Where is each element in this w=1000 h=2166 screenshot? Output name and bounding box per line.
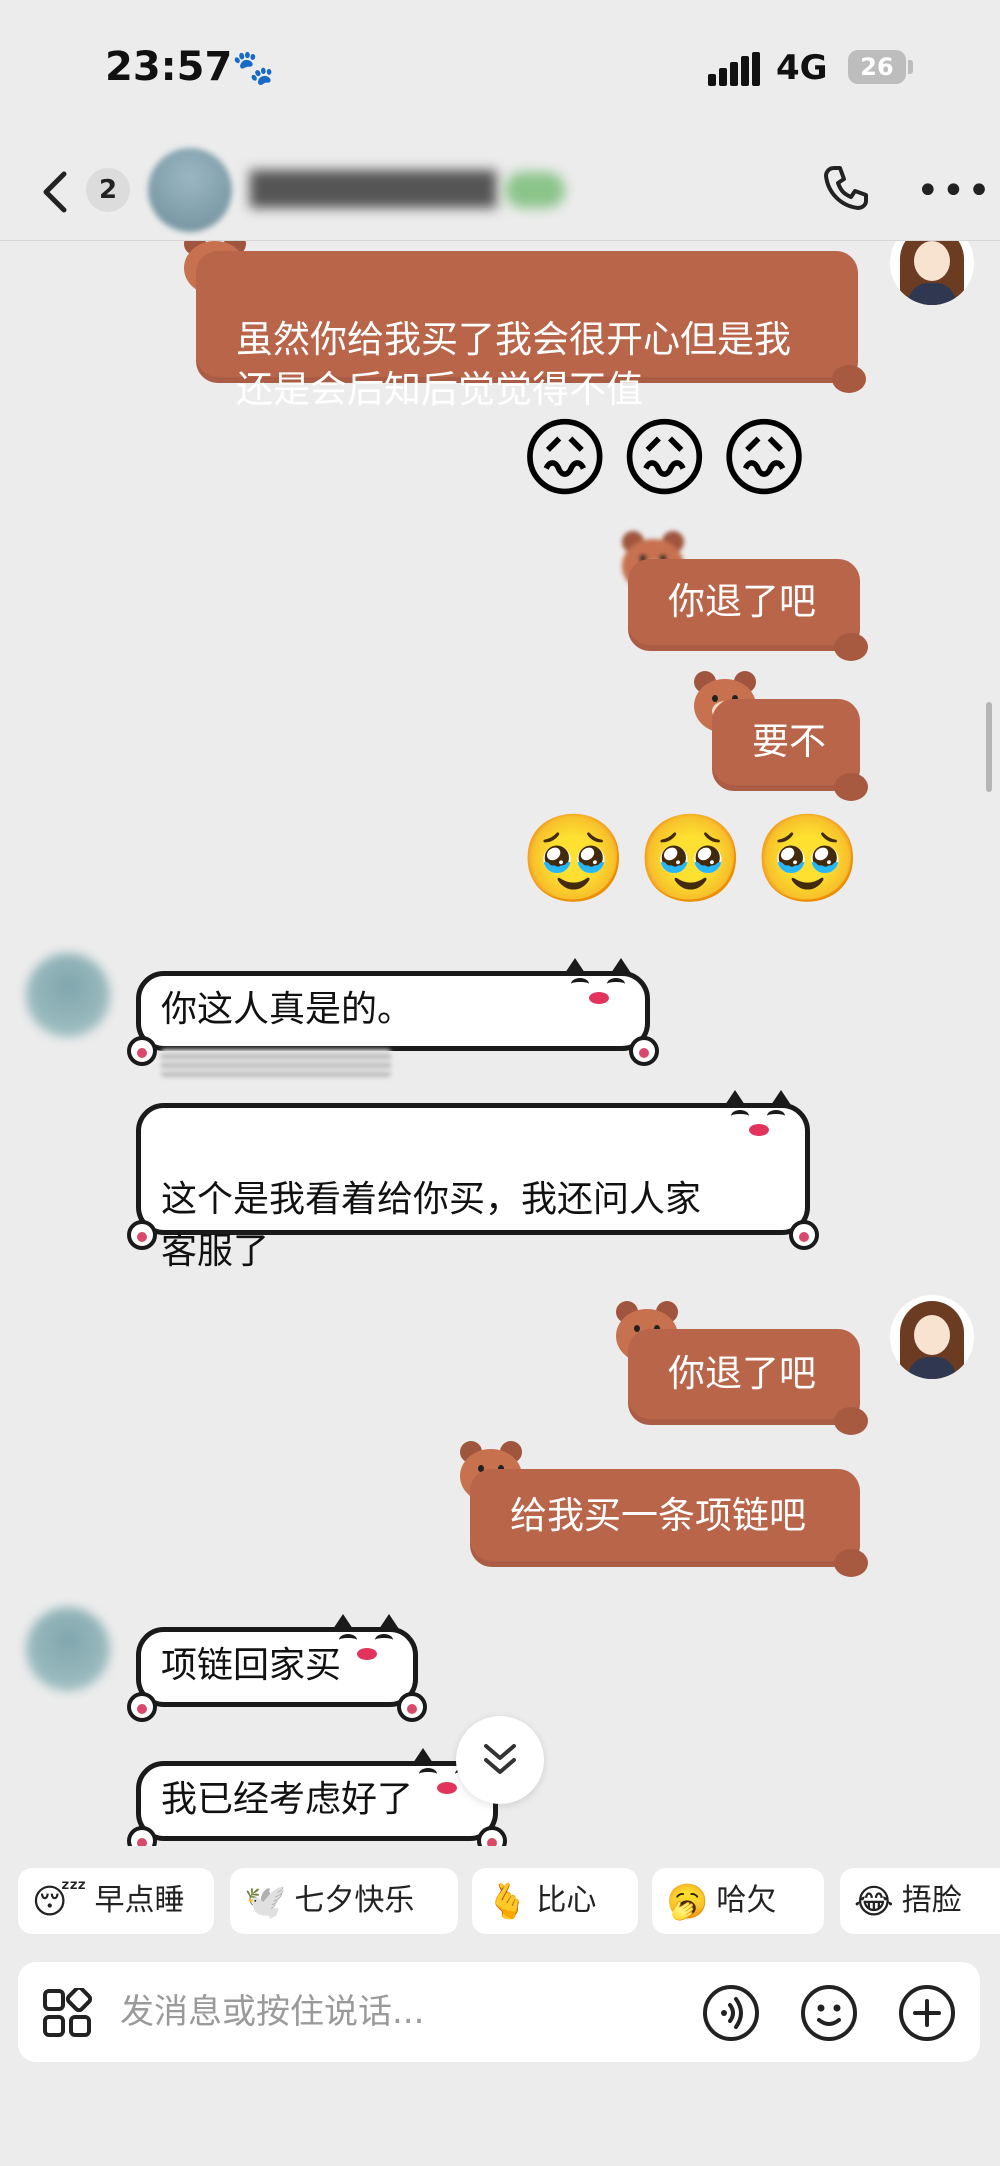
my-message-bubble[interactable]: 要不 (712, 699, 868, 801)
chip-label: 早点睡 (94, 1883, 185, 1918)
message-text: 虽然你给我买了我会很开心但是我 还是会后知后觉觉得不值 (236, 318, 791, 411)
sleep-emoji-icon: 😴 (32, 1882, 87, 1922)
chip-label: 比心 (536, 1883, 597, 1918)
chat-header: 2 ██████████ ••• (0, 140, 1000, 241)
quick-chip[interactable]: 😴 早点睡 (18, 1868, 214, 1934)
contact-message-bubble[interactable]: 这个是我看着给你买，我还问人家 客服了 (127, 1090, 819, 1272)
quick-chip[interactable]: 🕊️ 七夕快乐 (230, 1868, 458, 1934)
quick-chip[interactable]: 🫰 比心 (472, 1868, 638, 1934)
status-time: 23:57 (105, 44, 233, 90)
contact-message-bubble[interactable]: 项链回家买 (127, 1614, 427, 1722)
my-message-bubble[interactable]: 你退了吧 (628, 559, 868, 661)
message-text: 你退了吧 (668, 580, 816, 623)
quick-chip[interactable]: 🥱 哈欠 (652, 1868, 824, 1934)
unread-badge[interactable]: 2 (86, 168, 130, 212)
voice-icon[interactable] (702, 1984, 760, 2042)
scrollbar-thumb[interactable] (986, 702, 992, 792)
chip-label: 七夕快乐 (294, 1883, 415, 1918)
message-text: 要不 (752, 720, 826, 763)
message-text: 你这人真是的。 (161, 989, 414, 1030)
network-type: 4G (776, 48, 828, 88)
message-text: 给我买一条项链吧 (510, 1494, 806, 1537)
battery-tip (908, 60, 913, 74)
contact-avatar[interactable] (148, 148, 232, 232)
quick-chip[interactable]: 😂 捂脸 (840, 1868, 1000, 1934)
redacted-text (161, 1049, 391, 1077)
facepalm-emoji-icon: 😂 (854, 1882, 894, 1922)
battery-icon: 26 (848, 50, 906, 84)
emoji-message[interactable]: 🥹🥹🥹 (520, 809, 871, 909)
scroll-to-bottom-button[interactable] (456, 1716, 544, 1804)
chip-label: 捂脸 (901, 1883, 962, 1918)
back-arrow-icon[interactable] (36, 170, 76, 214)
paw-icon: 🐾 (232, 48, 275, 88)
my-avatar[interactable] (890, 1295, 974, 1379)
my-message-bubble[interactable]: 给我买一条项链吧 (470, 1469, 868, 1577)
chip-label: 哈欠 (716, 1883, 777, 1918)
quick-reply-chips: 😴 早点睡 🕊️ 七夕快乐 🫰 比心 🥱 哈欠 😂 捂脸 (0, 1868, 1000, 1936)
contact-message-bubble[interactable]: 我已经考虑好了 (127, 1748, 507, 1846)
my-message-bubble[interactable]: 虽然你给我买了我会很开心但是我 还是会后知后觉觉得不值 (196, 251, 866, 411)
chat-messages[interactable]: 虽然你给我买了我会很开心但是我 还是会后知后觉觉得不值 😖😖😖 你退了吧 要不 … (0, 241, 1000, 1846)
message-text: 这个是我看着给你买，我还问人家 客服了 (161, 1179, 702, 1272)
message-input[interactable] (120, 1982, 680, 2042)
message-input-bar (18, 1962, 980, 2062)
heart-hands-emoji-icon: 🫰 (486, 1882, 529, 1922)
plus-icon[interactable] (898, 1984, 956, 2042)
my-message-bubble[interactable]: 你退了吧 (628, 1329, 868, 1435)
more-icon[interactable]: ••• (916, 171, 993, 211)
contact-name-redacted[interactable]: ██████████ (250, 170, 496, 208)
contact-status-redacted (505, 172, 565, 208)
contact-avatar[interactable] (26, 953, 110, 1037)
apps-grid-icon[interactable] (42, 1988, 92, 2038)
emoji-icon[interactable] (800, 1984, 858, 2042)
contact-avatar[interactable] (26, 1607, 110, 1691)
emoji-message[interactable]: 😖😖😖 (520, 409, 819, 509)
phone-icon[interactable] (820, 162, 872, 214)
message-text: 项链回家买 (161, 1645, 342, 1686)
bird-emoji-icon: 🕊️ (244, 1882, 287, 1922)
message-text: 我已经考虑好了 (161, 1779, 414, 1820)
contact-message-bubble[interactable]: 你这人真是的。 (127, 958, 659, 1077)
yawn-emoji-icon: 🥱 (666, 1882, 709, 1922)
my-avatar[interactable] (890, 241, 974, 305)
signal-icon (708, 52, 760, 86)
double-chevron-down-icon (484, 1744, 516, 1774)
message-text: 你退了吧 (668, 1352, 816, 1395)
